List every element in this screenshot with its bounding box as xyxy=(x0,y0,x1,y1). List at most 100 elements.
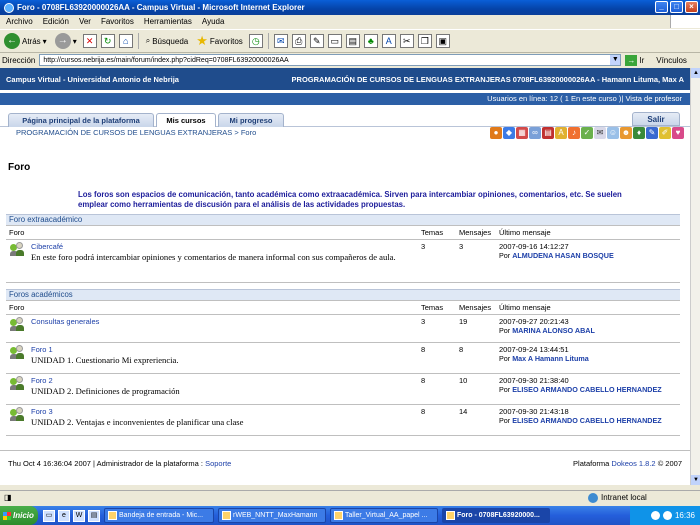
forum-intro: Los foros son espacios de comunicación, … xyxy=(78,190,622,209)
campus-title[interactable]: Campus Virtual - Universidad Antonio de … xyxy=(6,75,179,84)
menu-edicion[interactable]: Edición xyxy=(43,17,69,26)
tray-icon[interactable] xyxy=(650,511,660,520)
support-link[interactable]: Soporte xyxy=(205,459,231,468)
tool-works-icon[interactable]: ✐ xyxy=(659,127,671,139)
tool-forum-icon[interactable]: ♦ xyxy=(633,127,645,139)
print-icon[interactable]: ⎙ xyxy=(291,34,306,48)
menu-ayuda[interactable]: Ayuda xyxy=(202,17,225,26)
back-button[interactable]: ← Atrás ▾ xyxy=(2,31,49,51)
mail-icon[interactable]: ✉ xyxy=(273,34,288,48)
tab-my-progress[interactable]: Mi progreso xyxy=(218,113,284,127)
minimize-button[interactable]: _ xyxy=(655,1,668,13)
tool-survey-icon[interactable]: ♥ xyxy=(672,127,684,139)
tabs-row: Página principal de la plataforma Mis cu… xyxy=(0,109,690,127)
title-bar: Foro - 0708FL63920000026AA - Campus Virt… xyxy=(0,0,700,15)
close-button[interactable]: × xyxy=(685,1,698,13)
stop-icon[interactable]: ✕ xyxy=(82,34,97,48)
col-last: Último mensaje xyxy=(496,300,680,315)
word-quicklaunch-icon[interactable]: W xyxy=(73,509,85,522)
last-post-author[interactable]: MARINA ALONSO ABAL xyxy=(512,326,595,335)
tool-learnpath-icon[interactable]: A xyxy=(555,127,567,139)
task-word[interactable]: Taller_Virtual_AA_papel ... xyxy=(330,508,438,523)
breadcrumb[interactable]: PROGRAMACIÓN DE CURSOS DE LENGUAS EXTRAN… xyxy=(16,128,256,137)
menu-archivo[interactable]: Archivo xyxy=(6,17,33,26)
task-outlook[interactable]: Bandeja de entrada - Mic... xyxy=(104,508,214,523)
posts-count: 19 xyxy=(456,314,496,343)
task-ie[interactable]: Foro - 0708FL63920000... xyxy=(442,508,550,523)
forum-users-icon xyxy=(10,317,24,331)
category-name: Foros académicos xyxy=(6,289,680,301)
scroll-down-icon[interactable]: ▼ xyxy=(691,475,700,485)
clock: 16:36 xyxy=(674,511,695,520)
posts-count: 3 xyxy=(456,239,496,283)
last-post-author[interactable]: ELISEO ARMANDO CABELLO HERNANDEZ xyxy=(512,385,661,394)
menu-favoritos[interactable]: Favoritos xyxy=(101,17,134,26)
forward-button[interactable]: → ▾ xyxy=(53,31,79,51)
forum-description: UNIDAD 2. Ventajas e inconvenientes de p… xyxy=(31,417,244,427)
tool-links-icon[interactable]: ∞ xyxy=(529,127,541,139)
forum-table-academic: Foros académicos Foro Temas Mensajes Últ… xyxy=(6,289,680,436)
font-icon[interactable]: A xyxy=(381,34,396,48)
go-button[interactable]: → Ir xyxy=(625,54,644,66)
dokeos-link[interactable]: Dokeos 1.8.2 xyxy=(611,459,655,468)
ie-window: Foro - 0708FL63920000026AA - Campus Virt… xyxy=(0,0,700,525)
chevron-down-icon: ▾ xyxy=(42,36,47,46)
last-post-author[interactable]: ALMUDENA HASAN BOSQUE xyxy=(512,251,614,260)
menu-herramientas[interactable]: Herramientas xyxy=(144,17,192,26)
last-post-author[interactable]: ELISEO ARMANDO CABELLO HERNANDEZ xyxy=(512,416,661,425)
address-input[interactable]: http://cursos.nebrija.es/main/forum/inde… xyxy=(39,54,622,66)
word-icon xyxy=(334,511,343,520)
tool-mail-icon[interactable]: ✉ xyxy=(594,127,606,139)
edit-icon[interactable]: ✎ xyxy=(309,34,324,48)
explorer-quicklaunch-icon[interactable]: ▤ xyxy=(88,509,100,522)
paste-icon[interactable]: ▣ xyxy=(435,34,450,48)
tool-documents-icon[interactable]: ▤ xyxy=(542,127,554,139)
show-desktop-icon[interactable]: ▭ xyxy=(43,509,55,522)
menu-ver[interactable]: Ver xyxy=(79,17,91,26)
messenger-icon[interactable]: ♣ xyxy=(363,34,378,48)
address-url: http://cursos.nebrija.es/main/forum/inde… xyxy=(43,56,289,64)
tool-groups-icon[interactable]: ☻ xyxy=(620,127,632,139)
tool-announcements-icon[interactable]: ♪ xyxy=(568,127,580,139)
tool-quiz-icon[interactable]: ✓ xyxy=(581,127,593,139)
tool-description-icon[interactable]: ◆ xyxy=(503,127,515,139)
forum-table-extra: Foro extraacadémico Foro Temas Mensajes … xyxy=(6,214,680,283)
copy-icon[interactable]: ❐ xyxy=(417,34,432,48)
vertical-scrollbar[interactable]: ▲ ▼ xyxy=(690,68,700,485)
logout-button[interactable]: Salir xyxy=(632,112,680,126)
ie-quicklaunch-icon[interactable]: e xyxy=(58,509,70,522)
home-icon[interactable]: ⌂ xyxy=(118,34,133,48)
windows-flag-icon xyxy=(3,511,11,520)
forum-link[interactable]: Foro 2 xyxy=(31,376,415,385)
tool-chat-icon[interactable]: ✎ xyxy=(646,127,658,139)
history-icon[interactable]: ◷ xyxy=(248,34,263,48)
users-online[interactable]: Usuarios en línea: 12 ( 1 En este curso … xyxy=(0,93,690,105)
forum-link[interactable]: Cibercafé xyxy=(31,242,415,251)
tab-my-courses[interactable]: Mis cursos xyxy=(156,113,216,127)
forum-link[interactable]: Consultas generales xyxy=(31,317,415,326)
search-button[interactable]: ⌕ Búsqueda xyxy=(144,31,191,51)
links-button[interactable]: Vínculos xyxy=(656,56,687,65)
tool-agenda-icon[interactable]: ▦ xyxy=(516,127,528,139)
task-folder[interactable]: rWEB_NNTT_MaxHamann xyxy=(218,508,326,523)
tool-home-icon[interactable]: ● xyxy=(490,127,502,139)
tab-home[interactable]: Página principal de la plataforma xyxy=(8,113,154,127)
category-name: Foro extraacadémico xyxy=(6,214,680,226)
forum-description: En este foro podrá intercambiar opinione… xyxy=(31,252,396,262)
chevron-down-icon[interactable]: ▼ xyxy=(610,55,621,65)
last-post-author[interactable]: Max A Hamann Lituma xyxy=(512,354,589,363)
tool-users-icon[interactable]: ☺ xyxy=(607,127,619,139)
tray-icon[interactable] xyxy=(662,511,672,520)
cut-icon[interactable]: ✂ xyxy=(399,34,414,48)
forum-link[interactable]: Foro 1 xyxy=(31,345,415,354)
maximize-button[interactable]: □ xyxy=(670,1,683,13)
topics-count: 8 xyxy=(418,342,456,374)
research-icon[interactable]: ▤ xyxy=(345,34,360,48)
refresh-icon[interactable]: ↻ xyxy=(100,34,115,48)
scroll-up-icon[interactable]: ▲ xyxy=(691,68,700,78)
forum-link[interactable]: Foro 3 xyxy=(31,407,415,416)
favorites-button[interactable]: ★ Favoritos xyxy=(194,31,245,51)
discuss-icon[interactable]: ▭ xyxy=(327,34,342,48)
col-last: Último mensaje xyxy=(496,225,680,240)
start-button[interactable]: Inicio xyxy=(0,506,38,525)
